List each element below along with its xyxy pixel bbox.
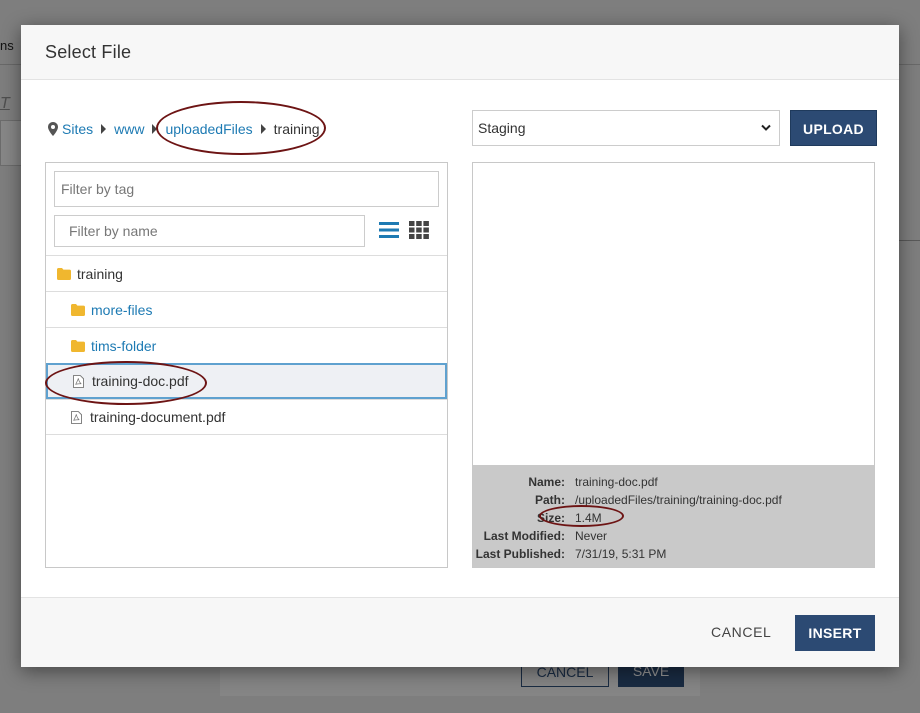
modal-title: Select File	[45, 42, 132, 62]
select-file-modal: Select File Sites www uploadedFiles trai…	[21, 25, 899, 667]
detail-name-label: Name:	[528, 475, 565, 489]
detail-name-value: training-doc.pdf	[575, 475, 658, 489]
file-list: training more-files tims-folder training…	[46, 255, 447, 435]
list-item[interactable]: tims-folder	[46, 327, 447, 363]
file-name: training	[77, 265, 123, 282]
environment-selected-value: Staging	[478, 120, 526, 136]
grid-view-icon[interactable]	[409, 221, 429, 239]
breadcrumb-sites[interactable]: Sites	[62, 121, 93, 137]
list-item[interactable]: more-files	[46, 291, 447, 327]
detail-published-value: 7/31/19, 5:31 PM	[575, 547, 667, 561]
modal-footer: CANCEL INSERT	[21, 597, 899, 667]
file-name: training-document.pdf	[90, 409, 226, 425]
detail-size-value: 1.4M	[575, 511, 602, 525]
detail-size-label: Size:	[536, 511, 565, 525]
chevron-down-icon	[761, 124, 771, 131]
map-pin-icon	[48, 122, 58, 136]
list-view-icon[interactable]	[379, 221, 399, 239]
detail-path-row: Path: /uploadedFiles/training/training-d…	[473, 491, 874, 509]
cancel-button[interactable]: CANCEL	[711, 624, 771, 640]
breadcrumb-current: training	[273, 121, 320, 137]
environment-select[interactable]: Staging	[472, 110, 780, 146]
file-details: Name: training-doc.pdf Path: /uploadedFi…	[473, 465, 874, 567]
breadcrumb-www[interactable]: www	[114, 121, 144, 137]
breadcrumb-uploadedfiles[interactable]: uploadedFiles	[165, 121, 252, 137]
detail-modified-label: Last Modified:	[483, 529, 565, 543]
breadcrumb: Sites www uploadedFiles training	[48, 119, 320, 139]
file-preview-panel: Name: training-doc.pdf Path: /uploadedFi…	[472, 162, 875, 568]
modal-header: Select File	[21, 25, 899, 80]
detail-path-label: Path:	[535, 493, 565, 507]
pdf-file-icon	[71, 410, 82, 424]
detail-path-value: /uploadedFiles/training/training-doc.pdf	[575, 493, 782, 507]
caret-right-icon	[101, 124, 107, 134]
detail-published-label: Last Published:	[475, 547, 565, 561]
list-item-selected[interactable]: training-doc.pdf	[46, 363, 447, 399]
pdf-file-icon	[73, 374, 84, 388]
detail-name-row: Name: training-doc.pdf	[473, 473, 874, 491]
file-name: more-files	[91, 301, 153, 318]
file-name: training-doc.pdf	[92, 373, 189, 389]
caret-right-icon	[152, 124, 158, 134]
detail-modified-row: Last Modified: Never	[473, 527, 874, 545]
filter-by-tag-input[interactable]	[54, 171, 439, 207]
folder-icon	[57, 267, 71, 280]
list-item[interactable]: training-document.pdf	[46, 399, 447, 435]
detail-published-row: Last Published: 7/31/19, 5:31 PM	[473, 545, 874, 563]
file-browser-panel: training more-files tims-folder trai	[45, 162, 448, 568]
caret-right-icon	[260, 124, 266, 134]
file-name: tims-folder	[91, 337, 157, 354]
detail-size-row: Size: 1.4M	[473, 509, 874, 527]
filter-by-name-input[interactable]	[54, 215, 365, 247]
detail-modified-value: Never	[575, 529, 608, 543]
insert-button[interactable]: INSERT	[795, 615, 875, 651]
list-item[interactable]: training	[46, 255, 447, 291]
upload-button[interactable]: UPLOAD	[790, 110, 877, 146]
folder-icon	[71, 303, 85, 316]
folder-icon	[71, 339, 85, 352]
